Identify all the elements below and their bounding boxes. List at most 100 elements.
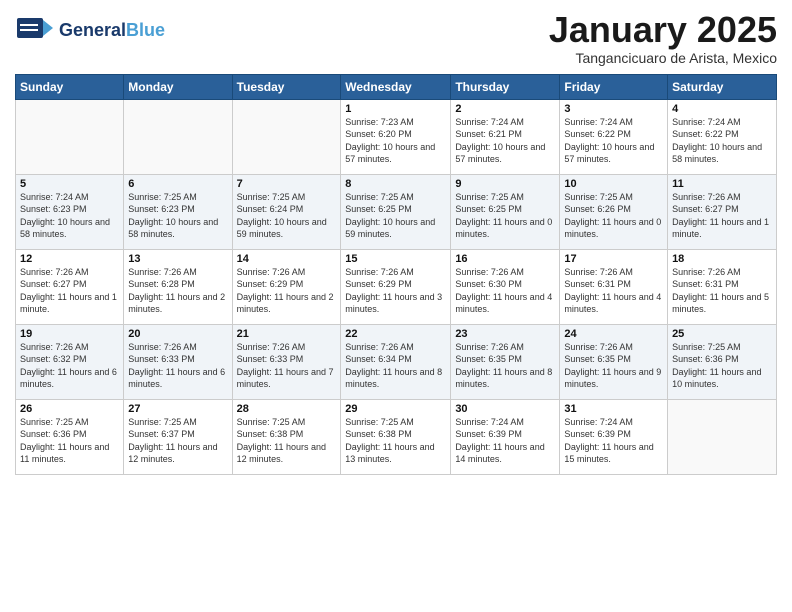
- day-info: Sunrise: 7:26 AMSunset: 6:27 PMDaylight:…: [20, 266, 119, 316]
- day-info: Sunrise: 7:25 AMSunset: 6:24 PMDaylight:…: [237, 191, 337, 241]
- day-info: Sunrise: 7:23 AMSunset: 6:20 PMDaylight:…: [345, 116, 446, 166]
- day-info: Sunrise: 7:26 AMSunset: 6:29 PMDaylight:…: [237, 266, 337, 316]
- calendar-cell: [16, 99, 124, 174]
- day-number: 13: [128, 253, 227, 265]
- calendar-week-row: 5Sunrise: 7:24 AMSunset: 6:23 PMDaylight…: [16, 174, 777, 249]
- day-number: 28: [237, 403, 337, 415]
- month-title: January 2025: [549, 10, 777, 50]
- day-info: Sunrise: 7:26 AMSunset: 6:32 PMDaylight:…: [20, 341, 119, 391]
- calendar-cell: 7Sunrise: 7:25 AMSunset: 6:24 PMDaylight…: [232, 174, 341, 249]
- day-number: 2: [455, 103, 555, 115]
- day-number: 3: [564, 103, 663, 115]
- day-number: 24: [564, 328, 663, 340]
- day-info: Sunrise: 7:26 AMSunset: 6:33 PMDaylight:…: [237, 341, 337, 391]
- calendar-cell: 22Sunrise: 7:26 AMSunset: 6:34 PMDayligh…: [341, 324, 451, 399]
- day-info: Sunrise: 7:24 AMSunset: 6:39 PMDaylight:…: [455, 416, 555, 466]
- day-number: 25: [672, 328, 772, 340]
- location-title: Tangancicuaro de Arista, Mexico: [549, 50, 777, 66]
- calendar-cell: 17Sunrise: 7:26 AMSunset: 6:31 PMDayligh…: [560, 249, 668, 324]
- day-number: 14: [237, 253, 337, 265]
- col-monday: Monday: [124, 74, 232, 99]
- calendar-cell: 27Sunrise: 7:25 AMSunset: 6:37 PMDayligh…: [124, 399, 232, 474]
- logo-text-block: GeneralBlue: [59, 21, 165, 39]
- day-number: 31: [564, 403, 663, 415]
- calendar-cell: 23Sunrise: 7:26 AMSunset: 6:35 PMDayligh…: [451, 324, 560, 399]
- day-info: Sunrise: 7:25 AMSunset: 6:36 PMDaylight:…: [672, 341, 772, 391]
- col-thursday: Thursday: [451, 74, 560, 99]
- calendar-cell: 18Sunrise: 7:26 AMSunset: 6:31 PMDayligh…: [668, 249, 777, 324]
- calendar-week-row: 26Sunrise: 7:25 AMSunset: 6:36 PMDayligh…: [16, 399, 777, 474]
- calendar-cell: 5Sunrise: 7:24 AMSunset: 6:23 PMDaylight…: [16, 174, 124, 249]
- col-tuesday: Tuesday: [232, 74, 341, 99]
- day-number: 27: [128, 403, 227, 415]
- day-info: Sunrise: 7:25 AMSunset: 6:25 PMDaylight:…: [345, 191, 446, 241]
- calendar-cell: 21Sunrise: 7:26 AMSunset: 6:33 PMDayligh…: [232, 324, 341, 399]
- day-info: Sunrise: 7:26 AMSunset: 6:35 PMDaylight:…: [564, 341, 663, 391]
- day-info: Sunrise: 7:24 AMSunset: 6:39 PMDaylight:…: [564, 416, 663, 466]
- calendar-cell: [232, 99, 341, 174]
- day-info: Sunrise: 7:26 AMSunset: 6:33 PMDaylight:…: [128, 341, 227, 391]
- day-info: Sunrise: 7:26 AMSunset: 6:28 PMDaylight:…: [128, 266, 227, 316]
- day-info: Sunrise: 7:25 AMSunset: 6:37 PMDaylight:…: [128, 416, 227, 466]
- day-info: Sunrise: 7:24 AMSunset: 6:21 PMDaylight:…: [455, 116, 555, 166]
- day-info: Sunrise: 7:25 AMSunset: 6:23 PMDaylight:…: [128, 191, 227, 241]
- day-number: 12: [20, 253, 119, 265]
- calendar-cell: 19Sunrise: 7:26 AMSunset: 6:32 PMDayligh…: [16, 324, 124, 399]
- day-number: 11: [672, 178, 772, 190]
- day-info: Sunrise: 7:25 AMSunset: 6:38 PMDaylight:…: [345, 416, 446, 466]
- calendar-table: Sunday Monday Tuesday Wednesday Thursday…: [15, 74, 777, 475]
- day-number: 5: [20, 178, 119, 190]
- calendar-week-row: 19Sunrise: 7:26 AMSunset: 6:32 PMDayligh…: [16, 324, 777, 399]
- day-info: Sunrise: 7:25 AMSunset: 6:26 PMDaylight:…: [564, 191, 663, 241]
- calendar-cell: 12Sunrise: 7:26 AMSunset: 6:27 PMDayligh…: [16, 249, 124, 324]
- day-info: Sunrise: 7:25 AMSunset: 6:36 PMDaylight:…: [20, 416, 119, 466]
- day-number: 7: [237, 178, 337, 190]
- col-friday: Friday: [560, 74, 668, 99]
- calendar-week-row: 12Sunrise: 7:26 AMSunset: 6:27 PMDayligh…: [16, 249, 777, 324]
- logo: GeneralBlue: [15, 10, 165, 50]
- day-info: Sunrise: 7:24 AMSunset: 6:23 PMDaylight:…: [20, 191, 119, 241]
- calendar-cell: 30Sunrise: 7:24 AMSunset: 6:39 PMDayligh…: [451, 399, 560, 474]
- calendar-cell: 13Sunrise: 7:26 AMSunset: 6:28 PMDayligh…: [124, 249, 232, 324]
- day-number: 29: [345, 403, 446, 415]
- calendar-week-row: 1Sunrise: 7:23 AMSunset: 6:20 PMDaylight…: [16, 99, 777, 174]
- calendar-cell: 31Sunrise: 7:24 AMSunset: 6:39 PMDayligh…: [560, 399, 668, 474]
- calendar-cell: [124, 99, 232, 174]
- calendar-cell: 29Sunrise: 7:25 AMSunset: 6:38 PMDayligh…: [341, 399, 451, 474]
- calendar-header-row: Sunday Monday Tuesday Wednesday Thursday…: [16, 74, 777, 99]
- calendar-cell: 9Sunrise: 7:25 AMSunset: 6:25 PMDaylight…: [451, 174, 560, 249]
- col-wednesday: Wednesday: [341, 74, 451, 99]
- day-number: 8: [345, 178, 446, 190]
- day-info: Sunrise: 7:26 AMSunset: 6:30 PMDaylight:…: [455, 266, 555, 316]
- day-number: 20: [128, 328, 227, 340]
- day-number: 15: [345, 253, 446, 265]
- day-number: 17: [564, 253, 663, 265]
- day-info: Sunrise: 7:26 AMSunset: 6:29 PMDaylight:…: [345, 266, 446, 316]
- day-number: 22: [345, 328, 446, 340]
- col-sunday: Sunday: [16, 74, 124, 99]
- calendar-cell: 11Sunrise: 7:26 AMSunset: 6:27 PMDayligh…: [668, 174, 777, 249]
- calendar-cell: 24Sunrise: 7:26 AMSunset: 6:35 PMDayligh…: [560, 324, 668, 399]
- day-info: Sunrise: 7:26 AMSunset: 6:27 PMDaylight:…: [672, 191, 772, 241]
- day-number: 21: [237, 328, 337, 340]
- calendar-cell: 16Sunrise: 7:26 AMSunset: 6:30 PMDayligh…: [451, 249, 560, 324]
- day-info: Sunrise: 7:24 AMSunset: 6:22 PMDaylight:…: [672, 116, 772, 166]
- day-number: 10: [564, 178, 663, 190]
- calendar-cell: [668, 399, 777, 474]
- day-number: 19: [20, 328, 119, 340]
- calendar-cell: 4Sunrise: 7:24 AMSunset: 6:22 PMDaylight…: [668, 99, 777, 174]
- day-info: Sunrise: 7:26 AMSunset: 6:34 PMDaylight:…: [345, 341, 446, 391]
- calendar-cell: 25Sunrise: 7:25 AMSunset: 6:36 PMDayligh…: [668, 324, 777, 399]
- day-number: 6: [128, 178, 227, 190]
- day-info: Sunrise: 7:26 AMSunset: 6:31 PMDaylight:…: [564, 266, 663, 316]
- calendar-cell: 26Sunrise: 7:25 AMSunset: 6:36 PMDayligh…: [16, 399, 124, 474]
- page-header: GeneralBlue January 2025 Tangancicuaro d…: [15, 10, 777, 66]
- day-number: 16: [455, 253, 555, 265]
- day-info: Sunrise: 7:25 AMSunset: 6:25 PMDaylight:…: [455, 191, 555, 241]
- calendar-cell: 8Sunrise: 7:25 AMSunset: 6:25 PMDaylight…: [341, 174, 451, 249]
- day-info: Sunrise: 7:24 AMSunset: 6:22 PMDaylight:…: [564, 116, 663, 166]
- day-number: 1: [345, 103, 446, 115]
- day-number: 4: [672, 103, 772, 115]
- day-number: 18: [672, 253, 772, 265]
- day-info: Sunrise: 7:26 AMSunset: 6:35 PMDaylight:…: [455, 341, 555, 391]
